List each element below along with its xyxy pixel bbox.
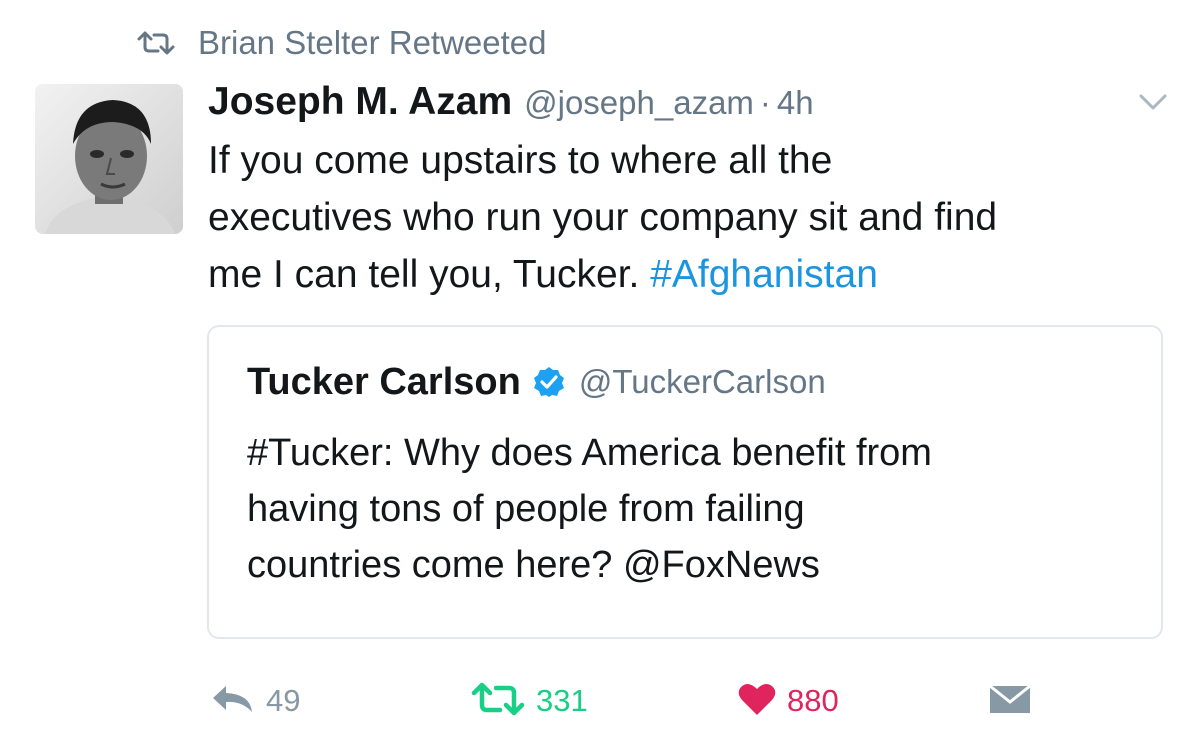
tweet-header: Joseph M. Azam @joseph_azam · 4h <box>208 80 814 128</box>
direct-message-button[interactable] <box>988 676 1032 726</box>
retweet-context: Brian Stelter Retweeted <box>136 22 547 64</box>
quoted-author-name[interactable]: Tucker Carlson <box>247 361 521 404</box>
reply-count: 49 <box>266 683 301 718</box>
reply-icon <box>210 682 256 721</box>
hashtag-link[interactable]: #Afghanistan <box>650 253 878 296</box>
envelope-icon <box>988 682 1032 721</box>
tweet-text-segment: me I can tell you, Tucker. <box>208 253 651 296</box>
quoted-tweet-card[interactable]: Tucker Carlson @TuckerCarlson #Tucker: W… <box>207 325 1163 639</box>
retweet-button[interactable]: 331 <box>470 676 588 726</box>
retweeted-by-label[interactable]: Brian Stelter Retweeted <box>198 24 547 62</box>
timestamp[interactable]: 4h <box>777 84 814 122</box>
like-button[interactable]: 880 <box>737 676 839 726</box>
quoted-tweet-text: #Tucker: Why does America benefit from h… <box>247 425 1147 593</box>
retweet-count: 331 <box>536 683 588 718</box>
separator-dot: · <box>759 84 771 121</box>
quoted-text-line: having tons of people from failing <box>247 488 805 530</box>
quoted-text-line: countries come here? @FoxNews <box>247 544 820 586</box>
author-handle[interactable]: @joseph_azam <box>524 84 754 122</box>
quoted-tweet-header: Tucker Carlson @TuckerCarlson <box>247 357 826 407</box>
author-name[interactable]: Joseph M. Azam <box>208 80 512 124</box>
tweet-text-line: executives who run your company sit and … <box>208 196 998 239</box>
avatar[interactable] <box>35 84 183 234</box>
retweet-icon <box>136 31 176 55</box>
tweet-actions-bar: 49 331 880 <box>0 676 1200 726</box>
heart-icon <box>737 681 777 722</box>
retweet-icon <box>470 682 526 721</box>
chevron-down-icon[interactable] <box>1138 92 1168 117</box>
tweet-text-line: me I can tell you, Tucker. #Afghanistan <box>208 246 1168 303</box>
quoted-text-line: #Tucker: Why does America benefit from <box>247 432 932 474</box>
reply-button[interactable]: 49 <box>210 676 300 726</box>
tweet-text: If you come upstairs to where all the ex… <box>208 132 1168 303</box>
quoted-author-handle[interactable]: @TuckerCarlson <box>579 363 826 401</box>
verified-badge-icon <box>533 366 565 398</box>
like-count: 880 <box>787 683 839 718</box>
tweet-text-line: If you come upstairs to where all the <box>208 139 833 182</box>
